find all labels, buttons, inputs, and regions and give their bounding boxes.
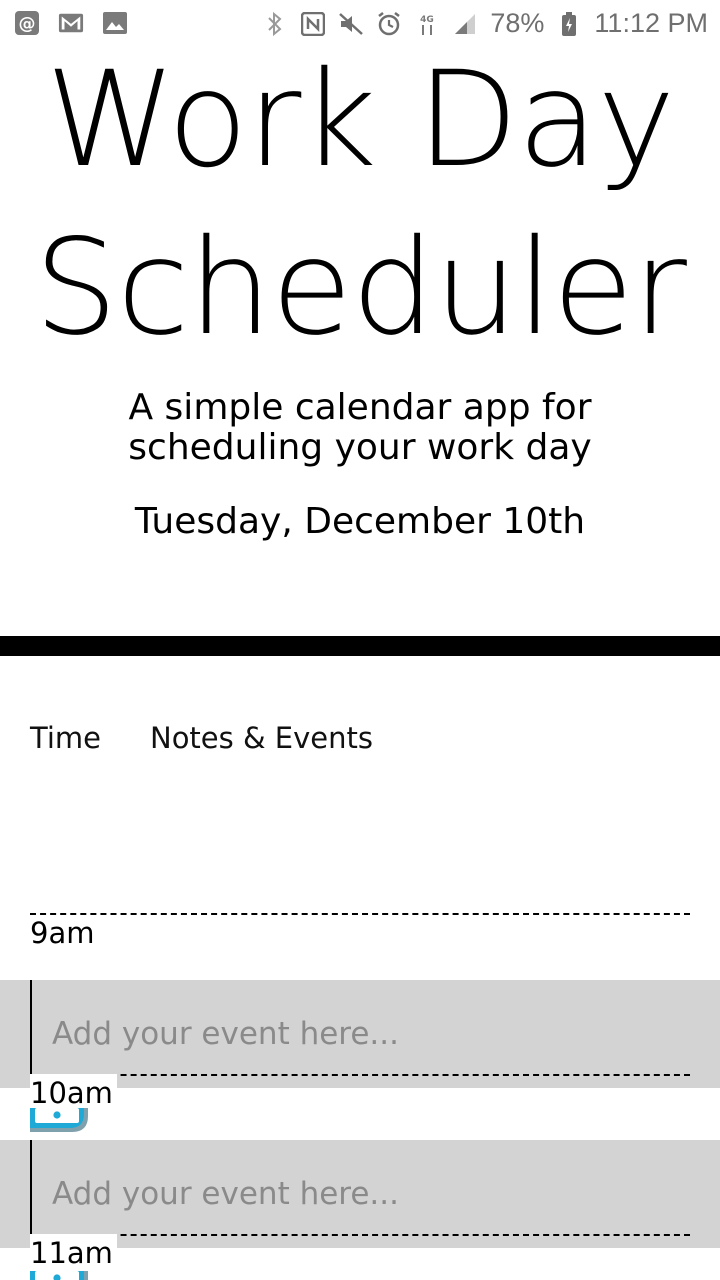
signal-icon bbox=[452, 11, 478, 37]
save-button-9am[interactable] bbox=[30, 1108, 88, 1132]
page-subtitle: A simple calendar app for scheduling you… bbox=[60, 388, 660, 468]
battery-percent: 78% bbox=[490, 8, 545, 38]
event-row-9am bbox=[0, 980, 720, 1088]
status-bar-notifications: @ bbox=[14, 10, 128, 36]
event-input-10am[interactable] bbox=[30, 1140, 720, 1248]
clock-time: 11:12 PM bbox=[594, 8, 708, 38]
mute-icon bbox=[338, 11, 364, 37]
svg-text:@: @ bbox=[19, 14, 36, 34]
event-row-10am bbox=[0, 1140, 720, 1248]
column-header-notes: Notes & Events bbox=[150, 721, 373, 755]
hour-divider bbox=[30, 1234, 690, 1236]
hour-label-11am: 11am bbox=[30, 1234, 117, 1272]
alarm-icon bbox=[376, 11, 402, 37]
hour-label-9am: 9am bbox=[30, 916, 95, 950]
event-input-9am[interactable] bbox=[30, 980, 720, 1088]
at-sign-icon: @ bbox=[14, 10, 40, 36]
current-date: Tuesday, December 10th bbox=[134, 501, 586, 542]
hour-label-10am: 10am bbox=[30, 1074, 117, 1112]
nfc-icon bbox=[300, 11, 326, 37]
subtitle-line-1: A simple calendar app for bbox=[128, 387, 592, 428]
subtitle-line-2: scheduling your work day bbox=[128, 427, 592, 468]
save-icon bbox=[30, 1271, 88, 1280]
image-icon bbox=[102, 10, 128, 36]
battery-icon bbox=[556, 11, 582, 37]
lte-icon: 4G bbox=[414, 11, 440, 37]
header-divider bbox=[0, 636, 720, 656]
gmail-icon bbox=[58, 10, 84, 36]
status-bar-system: 4G 78% 11:12 PM bbox=[262, 8, 708, 39]
page-title: Work Day Scheduler bbox=[0, 36, 720, 372]
save-button-10am[interactable] bbox=[30, 1268, 88, 1280]
title-line-2: Scheduler bbox=[34, 211, 687, 365]
hour-divider bbox=[30, 1074, 690, 1076]
save-icon bbox=[30, 1108, 88, 1132]
title-line-1: Work Day bbox=[45, 43, 676, 197]
svg-text:4G: 4G bbox=[421, 15, 435, 25]
bluetooth-icon bbox=[262, 11, 288, 37]
column-header-time: Time bbox=[30, 721, 101, 755]
hour-divider bbox=[30, 913, 690, 915]
